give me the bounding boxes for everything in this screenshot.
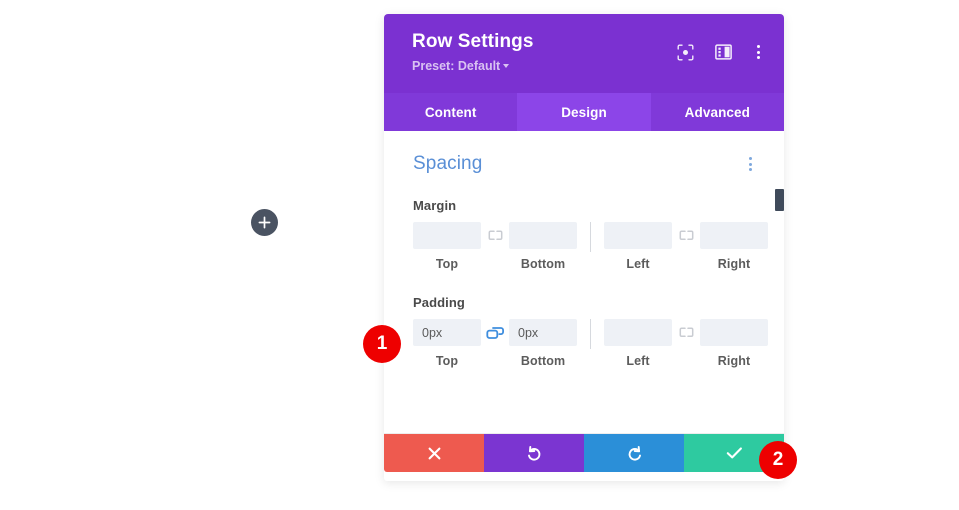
padding-top-bottom-link-toggle[interactable]: [481, 319, 509, 346]
tab-content[interactable]: Content: [384, 93, 517, 131]
section-title: Spacing: [413, 153, 483, 174]
modal-body: Spacing Margin Top Bottom Left Right Pad…: [384, 131, 784, 434]
redo-arrow-icon: [628, 445, 641, 461]
broken-link-icon: [679, 327, 693, 338]
cancel-button[interactable]: [384, 434, 484, 472]
margin-left-right-pair: Left Right: [604, 222, 768, 271]
margin-bottom-input[interactable]: [509, 222, 577, 249]
modal-header: Row Settings Preset: Default: [384, 14, 784, 93]
checkmark-icon: [726, 447, 742, 459]
margin-field-group: Margin Top Bottom Left Right: [413, 198, 768, 271]
layout-panel-icon[interactable]: [713, 42, 733, 62]
section-options-icon[interactable]: [745, 155, 756, 173]
tab-design[interactable]: Design: [517, 93, 651, 131]
margin-right-caption: Right: [717, 257, 751, 271]
undo-button[interactable]: [484, 434, 584, 472]
padding-bottom-caption: Bottom: [520, 354, 566, 368]
close-x-icon: [428, 447, 440, 459]
chevron-down-icon: [503, 63, 510, 68]
step-badge-2: 2: [759, 441, 797, 479]
margin-left-right-link-toggle[interactable]: [672, 222, 700, 249]
dot: [749, 168, 752, 171]
margin-bottom-caption: Bottom: [520, 257, 566, 271]
tab-advanced[interactable]: Advanced: [651, 93, 784, 131]
header-icon-group: [675, 42, 766, 62]
margin-right-input[interactable]: [700, 222, 768, 249]
dot: [757, 50, 760, 54]
padding-left-right-pair: Left Right: [604, 319, 768, 368]
broken-link-icon: [488, 230, 502, 241]
dot: [757, 45, 760, 48]
more-options-icon[interactable]: [751, 43, 766, 61]
redo-button[interactable]: [584, 434, 684, 472]
modal-footer: [384, 434, 784, 472]
spacing-section-header: Spacing: [413, 153, 756, 175]
margin-left-input[interactable]: [604, 222, 672, 249]
padding-left-caption: Left: [626, 354, 650, 368]
focus-target-icon[interactable]: [675, 42, 695, 62]
dot: [749, 162, 752, 166]
body-divider: [384, 433, 784, 434]
padding-top-input[interactable]: [413, 319, 481, 346]
scrollbar-thumb[interactable]: [775, 189, 784, 211]
undo-arrow-icon: [527, 445, 540, 461]
margin-top-caption: Top: [435, 257, 459, 271]
padding-bottom-input[interactable]: [509, 319, 577, 346]
padding-top-bottom-pair: Top Bottom: [413, 319, 577, 368]
preset-selector[interactable]: Preset: Default: [412, 57, 510, 75]
step-badge-1: 1: [363, 325, 401, 363]
row-settings-modal: Row Settings Preset: Default Content Des…: [384, 14, 784, 481]
padding-pair-divider: [590, 319, 591, 349]
margin-label: Margin: [413, 198, 457, 213]
padding-right-caption: Right: [717, 354, 751, 368]
margin-top-bottom-pair: Top Bottom: [413, 222, 577, 271]
dot: [757, 56, 760, 59]
preset-label: Preset: Default: [412, 59, 501, 73]
broken-link-icon: [679, 230, 693, 241]
modal-tab-bar: Content Design Advanced: [384, 93, 784, 131]
padding-field-group: Padding Top: [413, 295, 768, 368]
padding-label: Padding: [413, 295, 465, 310]
margin-left-caption: Left: [626, 257, 650, 271]
linked-chain-icon: [485, 326, 504, 339]
modal-scrollbar[interactable]: [775, 131, 784, 434]
margin-pair-divider: [590, 222, 591, 252]
dot: [749, 157, 752, 160]
padding-left-right-link-toggle[interactable]: [672, 319, 700, 346]
canvas-add-row-button[interactable]: [251, 209, 278, 236]
margin-top-input[interactable]: [413, 222, 481, 249]
margin-top-bottom-link-toggle[interactable]: [481, 222, 509, 249]
plus-icon: [258, 216, 271, 229]
padding-left-input[interactable]: [604, 319, 672, 346]
padding-right-input[interactable]: [700, 319, 768, 346]
padding-top-caption: Top: [435, 354, 459, 368]
